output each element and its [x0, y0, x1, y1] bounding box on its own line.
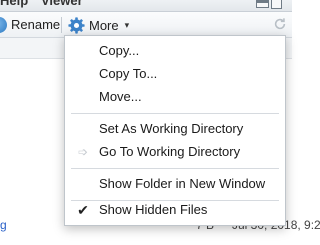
menu-item-copy[interactable]: Copy...: [65, 40, 285, 62]
menu-item-copy-to[interactable]: Copy To...: [65, 63, 285, 85]
more-dropdown-menu: Copy... Copy To... Move... Set As Workin…: [64, 35, 286, 226]
pane-window-controls: [256, 0, 282, 10]
file-name-link[interactable]: g: [0, 218, 7, 232]
menu-item-go-wd-label: Go To Working Directory: [99, 144, 241, 159]
tab-help[interactable]: Help: [0, 0, 28, 8]
menu-item-copy-label: Copy...: [99, 43, 140, 58]
maximize-pane-icon[interactable]: [271, 0, 282, 9]
menu-item-set-wd-label: Set As Working Directory: [99, 121, 244, 136]
menu-separator: [71, 113, 279, 114]
go-to-directory-arrow-icon: ➩: [77, 145, 89, 159]
menu-item-set-working-directory[interactable]: Set As Working Directory: [65, 118, 285, 140]
menu-separator: [71, 168, 279, 169]
chevron-down-icon: ▾: [124, 19, 130, 30]
menu-item-show-hidden-label: Show Hidden Files: [99, 202, 208, 217]
tab-viewer[interactable]: Viewer: [41, 0, 83, 8]
rename-button[interactable]: Rename: [0, 12, 60, 37]
menu-item-go-to-working-directory[interactable]: ➩ Go To Working Directory: [65, 141, 285, 163]
menu-item-move-label: Move...: [99, 89, 142, 104]
minimize-pane-icon[interactable]: [256, 0, 269, 8]
menu-item-show-folder-label: Show Folder in New Window: [99, 176, 266, 191]
pane-tab-bar: Help Viewer: [0, 0, 292, 12]
checkmark-icon: ✔: [77, 202, 89, 218]
menu-item-move[interactable]: Move...: [65, 86, 285, 108]
menu-item-show-folder-new-window[interactable]: Show Folder in New Window: [65, 173, 285, 195]
rename-icon: [0, 17, 7, 33]
menu-item-copy-to-label: Copy To...: [99, 66, 158, 81]
toolbar-separator: [61, 17, 62, 33]
refresh-icon[interactable]: [273, 17, 287, 31]
menu-item-show-hidden-files[interactable]: ✔ Show Hidden Files: [65, 199, 285, 221]
more-label: More: [89, 17, 119, 33]
more-button[interactable]: More ▾: [68, 15, 129, 35]
gear-icon: [68, 16, 85, 34]
rename-label: Rename: [11, 17, 61, 32]
